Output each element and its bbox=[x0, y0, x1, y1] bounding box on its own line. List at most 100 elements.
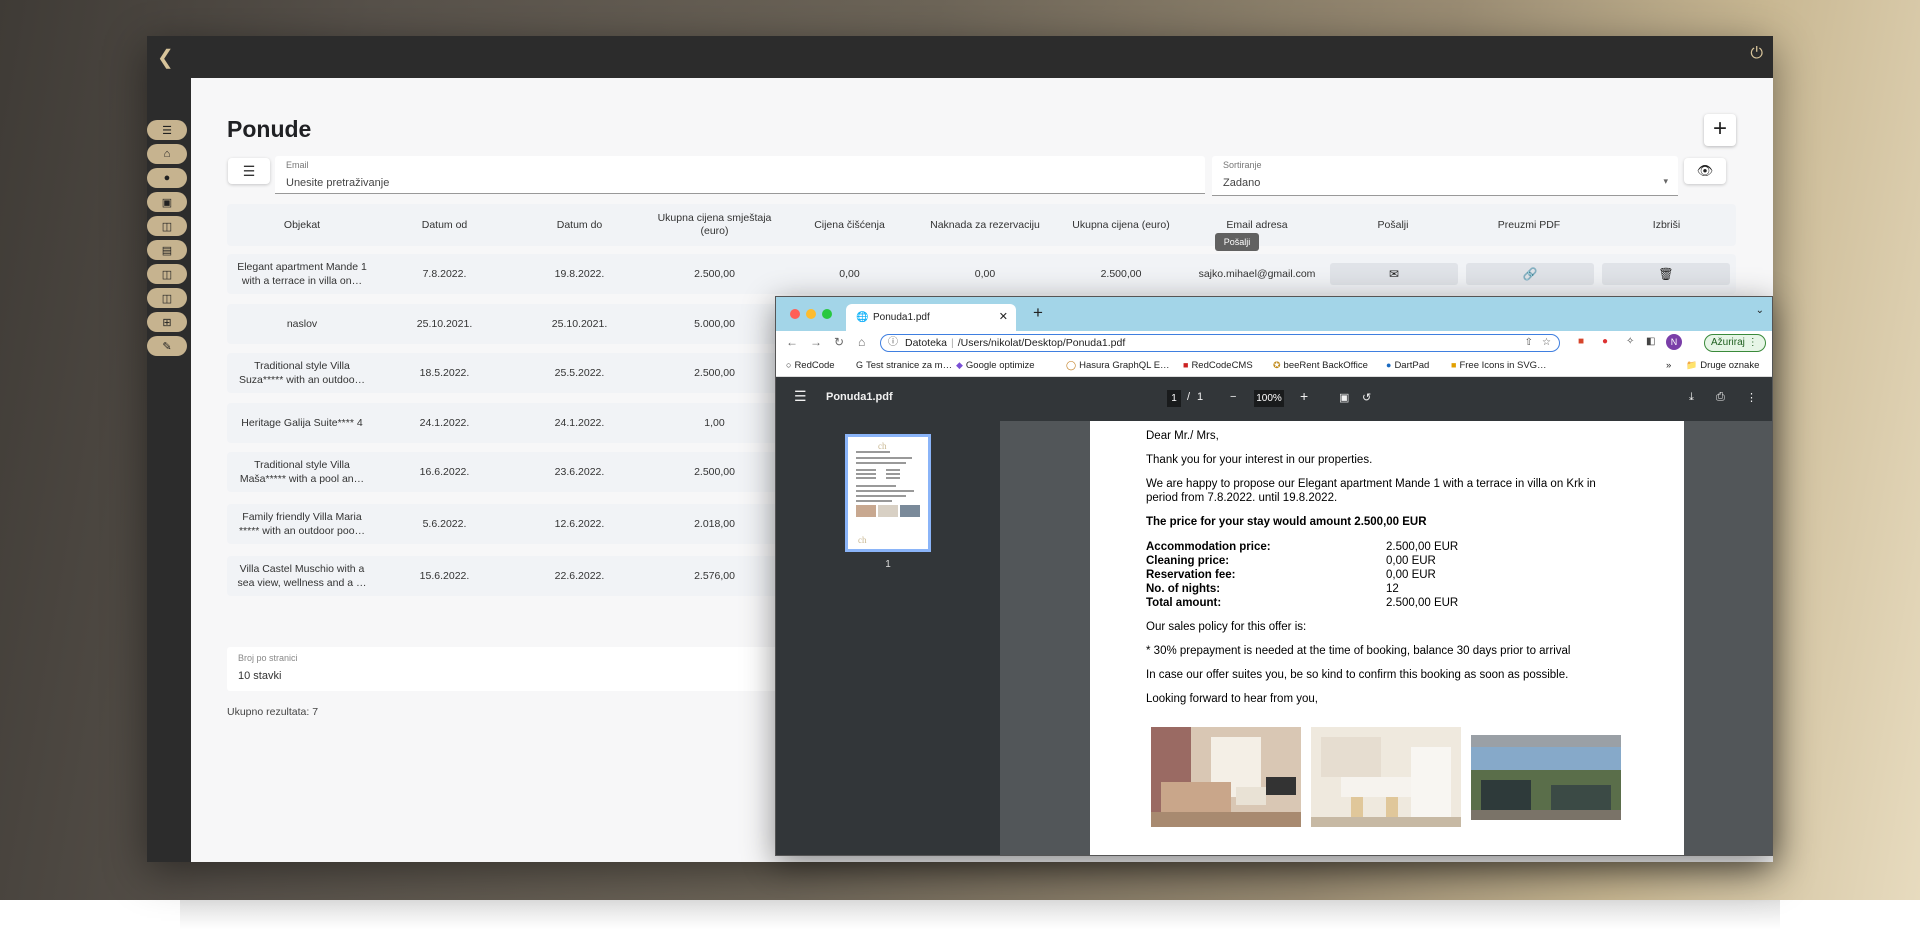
address-toolbar: ← → ↻ ⌂ ⓘ Datoteka |/Users/nikolat/Deskto… bbox=[776, 331, 1772, 355]
col-izbrisi: Izbriši bbox=[1652, 218, 1681, 231]
bookmark-item[interactable]: ◯ Hasura GraphQL E… bbox=[1066, 360, 1170, 371]
avatar[interactable]: N bbox=[1666, 334, 1682, 350]
close-window-icon[interactable] bbox=[790, 309, 800, 319]
sort-value: Zadano bbox=[1223, 177, 1261, 189]
table-row[interactable]: Traditional style Villa Maša***** with a… bbox=[227, 452, 787, 492]
puzzle-icon[interactable]: ✧ bbox=[1626, 336, 1634, 347]
window-icon[interactable]: ▣ bbox=[147, 192, 187, 212]
bookmark-label: beeRent BackOffice bbox=[1283, 360, 1368, 371]
visibility-button[interactable]: 👁 bbox=[1684, 158, 1726, 184]
zoom-out-icon[interactable]: − bbox=[1230, 391, 1236, 403]
table-row[interactable]: Traditional style Villa Suza***** with a… bbox=[227, 353, 787, 393]
close-tab-icon[interactable]: ✕ bbox=[999, 304, 1008, 331]
col-datum-do: Datum do bbox=[556, 218, 603, 231]
download-icon[interactable]: ⤓ bbox=[1689, 391, 1694, 404]
update-label: Ažuriraj bbox=[1711, 337, 1745, 348]
bookmark-favicon-icon: ○ bbox=[786, 360, 792, 370]
share-icon[interactable]: ⇧ bbox=[1525, 335, 1533, 351]
bookmark-item[interactable]: ✪ beeRent BackOffice bbox=[1273, 360, 1368, 371]
bookmark-favicon-icon: ■ bbox=[1183, 360, 1189, 370]
more-options-icon[interactable]: ⋮ bbox=[1746, 391, 1757, 404]
trash-icon: 🗑 bbox=[1658, 267, 1674, 281]
print-icon[interactable]: ⎙ bbox=[1716, 391, 1725, 404]
bookmark-item[interactable]: ◆ Google optimize bbox=[956, 360, 1035, 371]
svg-text:ch: ch bbox=[858, 535, 867, 545]
url-prefix: Datoteka bbox=[905, 337, 948, 349]
table-row[interactable]: naslov 25.10.2021. 25.10.2021. 5.000,00 bbox=[227, 304, 787, 344]
forward-icon[interactable]: → bbox=[810, 335, 822, 349]
bookmark-item[interactable]: ■ RedCodeCMS bbox=[1183, 360, 1253, 371]
menu-icon[interactable]: ☰ bbox=[794, 388, 807, 405]
email-search-field[interactable]: Email Unesite pretraživanje bbox=[275, 156, 1205, 194]
cell-smjestaj: 1,00 bbox=[704, 417, 725, 429]
rotate-icon[interactable]: ↺ bbox=[1362, 391, 1371, 404]
more-vert-icon: ⋮ bbox=[1747, 337, 1758, 348]
cell-smjestaj: 5.000,00 bbox=[694, 318, 735, 330]
devices-alt-icon[interactable]: ◫ bbox=[147, 264, 187, 284]
back-arrow-icon[interactable]: ❮ bbox=[157, 45, 174, 70]
doc-proposal-line-1: We are happy to propose our Elegant apar… bbox=[1146, 478, 1596, 490]
table-row[interactable]: Elegant apartment Mande 1 with a terrace… bbox=[227, 254, 1736, 294]
list-icon[interactable]: ☰ bbox=[147, 120, 187, 140]
filter-button[interactable]: ☰ bbox=[228, 158, 270, 184]
home-icon[interactable]: ⌂ bbox=[147, 144, 187, 164]
fit-page-icon[interactable]: ▣ bbox=[1339, 391, 1349, 404]
sidepanel-icon[interactable]: ◧ bbox=[1646, 336, 1655, 347]
cell-datum-do: 19.8.2022. bbox=[554, 268, 605, 280]
minimize-window-icon[interactable] bbox=[806, 309, 816, 319]
page-number-input[interactable]: 1 bbox=[1167, 390, 1181, 407]
col-datum-od: Datum od bbox=[421, 218, 468, 231]
thumbnail-number: 1 bbox=[885, 559, 891, 570]
update-button[interactable]: Ažuriraj ⋮ bbox=[1704, 334, 1766, 352]
bookmark-favicon-icon: ◯ bbox=[1066, 360, 1077, 370]
price-value: 2.500,00 EUR bbox=[1386, 597, 1459, 609]
kitchen-photo bbox=[1311, 727, 1461, 827]
adblock-icon[interactable]: ● bbox=[1602, 336, 1608, 347]
window-shadow bbox=[180, 900, 1780, 930]
address-bar[interactable]: ⓘ Datoteka |/Users/nikolat/Desktop/Ponuda… bbox=[880, 334, 1560, 352]
bookmark-item[interactable]: ● DartPad bbox=[1386, 360, 1429, 371]
new-tab-icon[interactable]: + bbox=[1033, 303, 1043, 323]
top-bar: ❮ ⏻ bbox=[147, 36, 1773, 78]
extension-icon[interactable]: ■ bbox=[1578, 336, 1584, 347]
devices-icon[interactable]: ◫ bbox=[147, 216, 187, 236]
tab-search-icon[interactable]: ⌄ bbox=[1756, 305, 1764, 316]
zoom-level[interactable]: 100% bbox=[1254, 390, 1284, 407]
other-bookmarks[interactable]: 📁 Druge oznake bbox=[1686, 360, 1759, 371]
price-value: 12 bbox=[1386, 583, 1399, 595]
back-icon[interactable]: ← bbox=[786, 335, 798, 349]
table-row[interactable]: Villa Castel Muschio with a sea view, we… bbox=[227, 556, 787, 596]
devices-other-icon[interactable]: ◫ bbox=[147, 288, 187, 308]
star-icon[interactable]: ☆ bbox=[1542, 335, 1551, 351]
bookmark-item[interactable]: ○ RedCode bbox=[786, 360, 835, 371]
total-results: Ukupno rezultata: 7 bbox=[227, 706, 319, 718]
send-button[interactable]: ✉ bbox=[1330, 263, 1458, 285]
delete-button[interactable]: 🗑 bbox=[1602, 263, 1730, 285]
add-button[interactable]: + bbox=[1704, 114, 1736, 146]
sort-select[interactable]: Sortiranje Zadano ▾ bbox=[1212, 156, 1678, 196]
person-icon[interactable]: ● bbox=[147, 168, 187, 188]
tab-pdf[interactable]: 🌐 Ponuda1.pdf ✕ bbox=[846, 304, 1016, 331]
bookmark-label: RedCode bbox=[794, 360, 835, 371]
bookmark-item[interactable]: ■ Free Icons in SVG… bbox=[1451, 360, 1547, 371]
download-pdf-button[interactable]: 🔗 bbox=[1466, 263, 1594, 285]
home-icon[interactable]: ⌂ bbox=[858, 335, 865, 349]
page-thumbnail[interactable]: ch ch bbox=[845, 434, 931, 552]
send-tooltip: Pošalji bbox=[1215, 233, 1259, 251]
add-box-icon[interactable]: ⊞ bbox=[147, 312, 187, 332]
power-icon[interactable]: ⏻ bbox=[1750, 45, 1763, 63]
eye-icon: 👁 bbox=[1696, 163, 1714, 178]
cell-smjestaj: 2.018,00 bbox=[694, 518, 735, 530]
cell-objekat: Family friendly Villa Maria ***** with a… bbox=[238, 511, 366, 537]
storage-icon[interactable]: ▤ bbox=[147, 240, 187, 260]
reload-icon[interactable]: ↻ bbox=[834, 335, 844, 349]
bookmarks-more-icon[interactable]: » bbox=[1666, 360, 1671, 371]
pdf-page: Dear Mr./ Mrs, Thank you for your intere… bbox=[1090, 421, 1684, 855]
col-naknada: Naknada za rezervaciju bbox=[930, 218, 1040, 231]
maximize-window-icon[interactable] bbox=[822, 309, 832, 319]
bookmark-item[interactable]: G Test stranice za m… bbox=[856, 360, 952, 371]
table-row[interactable]: Heritage Galija Suite**** 4 24.1.2022. 2… bbox=[227, 403, 787, 443]
zoom-in-icon[interactable]: + bbox=[1300, 388, 1308, 404]
table-row[interactable]: Family friendly Villa Maria ***** with a… bbox=[227, 504, 787, 544]
rate-review-icon[interactable]: ✎ bbox=[147, 336, 187, 356]
